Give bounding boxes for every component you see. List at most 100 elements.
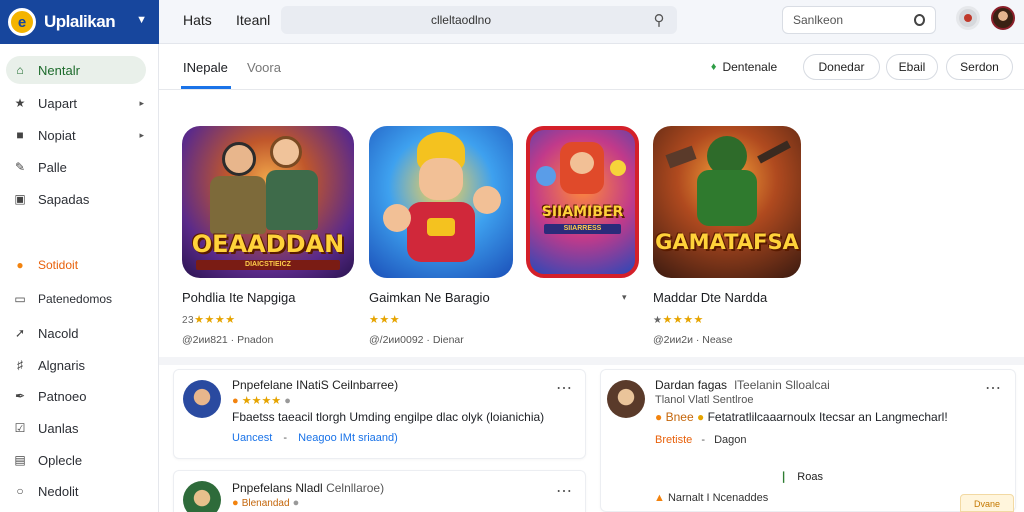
sidebar-item-uapart[interactable]: ★ Uapart ▸: [6, 89, 146, 117]
reviewer-name-text: Dardan fagas: [655, 378, 728, 392]
review-badge: ● Blenandad ●: [232, 497, 299, 509]
sidebar-item-nopiat[interactable]: ■ Nopiat ▸: [6, 121, 146, 149]
box-icon: ▣: [14, 192, 26, 206]
game-thumbnail[interactable]: GAMATAFSA: [653, 126, 801, 278]
game-art-subtitle: SIIARRESS: [544, 224, 621, 234]
chevron-right-icon: ▸: [139, 129, 144, 140]
tab-voora[interactable]: Voora: [247, 60, 281, 75]
game-rating: ★★★★★: [653, 313, 843, 326]
review-meta-text: Tlanol Vlatl Sentlroe: [655, 394, 754, 406]
review-footer[interactable]: ❘ Roas: [779, 470, 823, 483]
ebail-button[interactable]: Ebail: [886, 54, 938, 80]
sidebar-item-palle[interactable]: ✎ Palle: [6, 153, 146, 181]
sidebar-item-label: Algnaris: [38, 357, 85, 373]
reviewer-avatar[interactable]: [183, 481, 221, 512]
badge-icon: ●: [655, 410, 663, 424]
serdon-button[interactable]: Serdon: [946, 54, 1013, 80]
game-thumbnail[interactable]: OEAADDAN DIAICSTIEICZ: [182, 126, 354, 278]
separator: -: [283, 432, 288, 444]
sidebar-item-nentalr[interactable]: ⌂ Nentalr: [6, 56, 146, 84]
review-rating: ● ★★★★ ●: [232, 394, 291, 407]
sidebar-item-label: Nedolit: [38, 483, 79, 499]
search-input[interactable]: clleltaodlno: [281, 13, 641, 27]
sidebar-item-nedolit[interactable]: ○ Nedolit: [6, 477, 146, 505]
reviewer-name[interactable]: Pnpefelans Nladl Celnllaroe): [232, 481, 384, 495]
user-avatar[interactable]: [991, 6, 1015, 30]
game-title[interactable]: Maddar Dte Nardda: [653, 290, 843, 305]
review-text-body: Fetatratlilcaaarnoulx Itecsar an Langmec…: [707, 410, 948, 424]
edit-icon: ✎: [14, 160, 26, 174]
reviewer-name[interactable]: Dardan fagas lTeelanin Slloalcai: [655, 378, 830, 392]
circle-icon: ○: [16, 484, 24, 498]
review-link-secondary[interactable]: Dagon: [714, 434, 746, 446]
sidebar-item-sotidoit[interactable]: ● Sotidoit: [6, 251, 146, 279]
game-art-subtitle: DIAICSTIEICZ: [196, 260, 340, 270]
brand[interactable]: e Uplalikan ▼: [0, 0, 159, 44]
app-name: Uplalikan: [44, 12, 116, 31]
puzzle-icon: ♦: [710, 61, 717, 73]
more-options-icon[interactable]: ⋯: [556, 378, 573, 398]
flame-icon: ▲: [654, 492, 665, 504]
review-card: Pnpefelans Nladl Celnllaroe) ● Blenandad…: [173, 470, 586, 512]
more-options-icon[interactable]: ⋯: [985, 378, 1002, 398]
sidebar-item-patnoeo[interactable]: ✒ Patnoeo: [6, 382, 146, 410]
secondary-search-input[interactable]: Sanlkeon: [782, 6, 936, 34]
badge-icon: ●: [232, 395, 239, 407]
game-card[interactable]: GAMATAFSA Maddar Dte Nardda ★★★★★ @2ии2и…: [653, 126, 843, 346]
review-links: Bretiste - Dagon: [655, 434, 747, 446]
top-bar: e Uplalikan ▼ Hats Iteanl clleltaodlno ⚲…: [0, 0, 1024, 44]
sidebar-item-label: Palle: [38, 159, 67, 175]
sidebar-item-label: Patenedomos: [38, 292, 113, 306]
home-icon: ⌂: [16, 63, 24, 77]
sidebar-item-nacold[interactable]: ➚ Nacold: [6, 319, 146, 347]
tag-icon: ♯: [17, 358, 23, 372]
game-title[interactable]: Pohdlia Ite Napgiga: [182, 290, 372, 305]
more-options-icon[interactable]: ⋯: [556, 481, 573, 501]
sidebar-item-uanlas[interactable]: ☑ Uanlas: [6, 414, 146, 442]
notification-avatar[interactable]: [956, 6, 980, 30]
review-card: Pnpefelane INatiS Ceilnbarree) ● ★★★★ ● …: [173, 369, 586, 459]
reviewer-name[interactable]: Pnpefelane INatiS Ceilnbarree): [232, 378, 398, 392]
active-tab-indicator: [181, 86, 231, 89]
game-title[interactable]: Gaimkan Ne Baragio: [369, 290, 559, 305]
sidebar-item-oplecle[interactable]: ▤ Oplecle: [6, 446, 146, 474]
review-link-secondary[interactable]: Neagoo IMt sriaand): [298, 432, 398, 444]
game-card[interactable]: OEAADDAN DIAICSTIEICZ Pohdlia Ite Napgig…: [182, 126, 372, 346]
review-link-primary[interactable]: Bretiste: [655, 434, 692, 446]
sidebar-item-sapadas[interactable]: ▣ Sapadas: [6, 185, 146, 213]
game-meta: @/2ии0092 · Dienar: [369, 334, 464, 346]
related-item[interactable]: ▲ Narnalt I Ncenaddes: [654, 492, 768, 504]
search-bar[interactable]: clleltaodlno ⚲: [281, 6, 677, 34]
reviewer-name-extra: lTeelanin Slloalcai: [734, 378, 830, 392]
sidebar-item-label: Nentalr: [38, 62, 80, 78]
donedar-button[interactable]: Donedar: [803, 54, 880, 80]
doc-icon: ▤: [14, 453, 26, 467]
badge-label: Blenandad: [241, 498, 290, 509]
reviewer-avatar[interactable]: [183, 380, 221, 418]
game-art-title: SIIAMIBER: [541, 204, 624, 220]
reviewer-name-extra: Celnllaroe): [326, 481, 385, 495]
reviewer-avatar[interactable]: [607, 380, 645, 418]
game-meta: @2ии2и · Nease: [653, 334, 733, 346]
review-link-primary[interactable]: Uancest: [232, 432, 272, 444]
sidebar-item-label: Uapart: [38, 95, 78, 111]
topnav-item-iteanl[interactable]: Iteanl: [236, 12, 270, 28]
corner-chip[interactable]: Dvane: [960, 494, 1014, 512]
game-art-title: OEAADDAN: [191, 230, 345, 258]
game-thumbnail[interactable]: SIIAMIBER SIIARRESS: [526, 126, 639, 278]
dentenale-button[interactable]: ♦ Dentenale: [704, 54, 784, 80]
chevron-down-icon[interactable]: ▾: [622, 292, 627, 303]
secondary-search-placeholder: Sanlkeon: [793, 13, 844, 27]
chevron-down-icon[interactable]: ▼: [136, 14, 147, 26]
mic-icon[interactable]: [914, 14, 925, 26]
rating-stars: ★★★★: [662, 314, 704, 326]
sidebar-item-algnaris[interactable]: ♯ Algnaris: [6, 351, 146, 379]
sidebar-item-patenedomos[interactable]: ▭ Patenedomos: [6, 285, 146, 313]
tab-inepale[interactable]: INepale: [183, 60, 228, 75]
search-icon[interactable]: ⚲: [641, 11, 677, 29]
arrow-icon: ➚: [14, 326, 26, 340]
sidebar-item-label: Sotidoit: [38, 258, 79, 272]
tab-bar: INepale Voora ♦ Dentenale Donedar Ebail …: [159, 44, 1024, 90]
game-thumbnail[interactable]: [369, 126, 513, 278]
topnav-item-hats[interactable]: Hats: [183, 12, 212, 28]
